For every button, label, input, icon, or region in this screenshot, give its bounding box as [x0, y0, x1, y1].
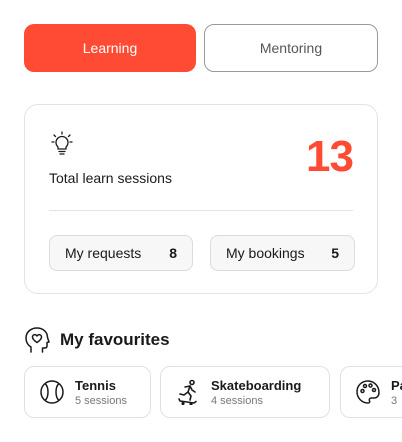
skateboarding-icon: [178, 379, 197, 405]
favourite-name: Skateboarding: [211, 377, 302, 393]
mode-tabs: Learning Mentoring: [24, 24, 378, 72]
tab-mentoring[interactable]: Mentoring: [204, 24, 378, 72]
my-bookings-button[interactable]: My bookings 5: [210, 235, 355, 271]
favourites-header: My favourites: [24, 326, 170, 354]
favourite-name: Pa: [391, 377, 402, 393]
tab-learning[interactable]: Learning: [24, 24, 196, 72]
favourite-sessions: 3: [391, 394, 398, 407]
my-requests-label: My requests: [65, 245, 142, 261]
lightbulb-icon: [51, 131, 73, 155]
favourite-skateboarding[interactable]: Skateboarding 4 sessions: [160, 366, 330, 418]
my-requests-count: 8: [169, 245, 177, 261]
learn-sessions-card: Total learn sessions 13 My requests 8 My…: [24, 104, 378, 294]
favourite-sessions: 5 sessions: [75, 394, 127, 407]
favourite-tennis[interactable]: Tennis 5 sessions: [24, 366, 151, 418]
divider: [49, 210, 353, 211]
total-sessions-count: 13: [306, 132, 354, 181]
favourite-sessions: 4 sessions: [211, 394, 263, 407]
my-requests-button[interactable]: My requests 8: [49, 235, 193, 271]
tennis-ball-icon: [40, 380, 64, 404]
favourite-painting[interactable]: Pa 3: [340, 366, 402, 418]
my-bookings-label: My bookings: [226, 245, 305, 261]
palette-icon: [356, 380, 380, 404]
favourites-title: My favourites: [60, 330, 170, 349]
heart-head-icon: [25, 327, 50, 353]
favourite-name: Tennis: [75, 377, 116, 393]
my-bookings-count: 5: [331, 245, 339, 261]
total-sessions-label: Total learn sessions: [49, 170, 172, 186]
